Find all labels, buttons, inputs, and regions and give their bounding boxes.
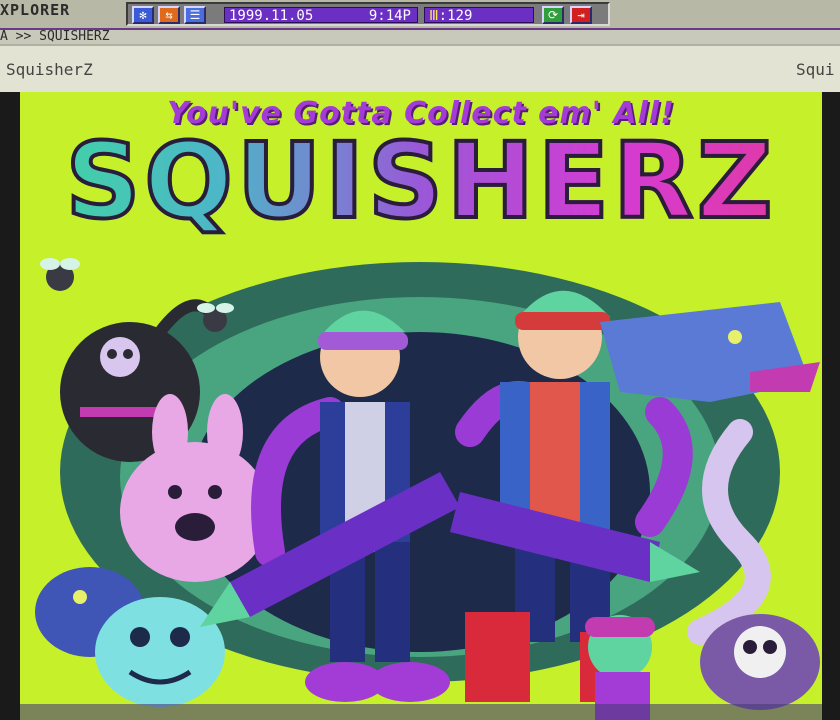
counter-display: Ⅲ:129 — [424, 7, 534, 23]
counter-value: 129 — [447, 8, 473, 23]
exit-button[interactable]: ⇥ — [570, 6, 592, 24]
poster-artwork — [20, 258, 822, 720]
gear-icon: ✻ — [139, 8, 147, 22]
list-icon: ☰ — [189, 8, 201, 22]
swap-button[interactable]: ⇆ — [158, 6, 180, 24]
swap-arrows-icon: ⇆ — [165, 8, 173, 22]
counter-separator: : — [438, 8, 448, 23]
ground-strip — [20, 704, 822, 720]
tab-bar: SquisherZ Squi — [0, 44, 840, 92]
app-title: XPLORER — [0, 1, 71, 19]
address-text: A >> SQUISHERZ — [0, 30, 110, 44]
tab-squisherz[interactable]: SquisherZ — [6, 60, 93, 79]
poster-image: You've Gotta Collect em' All! SQUISHERZ — [20, 92, 822, 720]
refresh-button[interactable]: ⟳ — [542, 6, 564, 24]
menu-button[interactable]: ☰ — [184, 6, 206, 24]
fly-creature-1 — [40, 258, 80, 291]
top-toolbar: XPLORER ✻ ⇆ ☰ 1999.11.05 9:14P Ⅲ:129 ⟳ ⇥ — [0, 0, 840, 30]
exit-icon: ⇥ — [577, 8, 585, 22]
poster-logo: SQUISHERZ — [20, 124, 822, 238]
skull-creature — [700, 614, 820, 710]
address-bar[interactable]: A >> SQUISHERZ — [0, 30, 840, 44]
content-border-left — [0, 92, 20, 720]
refresh-icon: ⟳ — [547, 8, 559, 22]
counter-icon: Ⅲ — [429, 8, 439, 23]
time-text: 9:14P — [368, 8, 411, 23]
settings-button[interactable]: ✻ — [132, 6, 154, 24]
browser-window: XPLORER ✻ ⇆ ☰ 1999.11.05 9:14P Ⅲ:129 ⟳ ⇥… — [0, 0, 840, 720]
date-text: 1999.11.05 — [229, 8, 314, 23]
system-tray: ✻ ⇆ ☰ 1999.11.05 9:14P Ⅲ:129 ⟳ ⇥ — [126, 2, 610, 26]
tab-squisherz-duplicate[interactable]: Squi — [796, 60, 835, 79]
date-time-display: 1999.11.05 9:14P — [224, 7, 418, 23]
content-border-right — [822, 92, 840, 720]
cyan-creature — [95, 597, 225, 707]
